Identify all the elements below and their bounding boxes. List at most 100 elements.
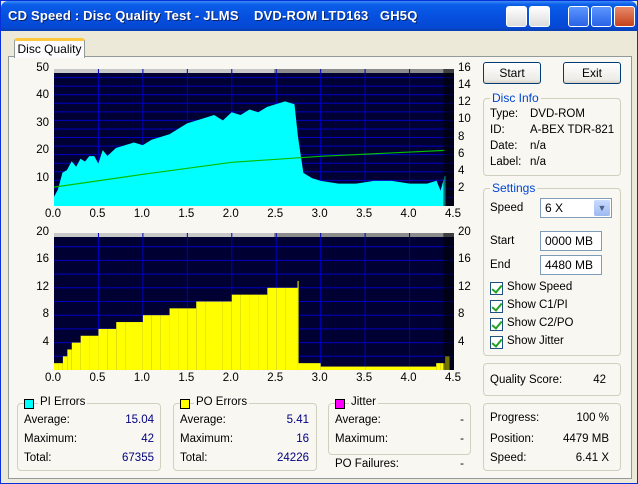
tab-disc-quality[interactable]: Disc Quality <box>14 38 85 58</box>
show-speed-checkbox[interactable] <box>490 282 503 295</box>
y-tick-label-left: 20 <box>36 144 49 157</box>
speed-readout-value: 6.41 X <box>575 452 609 464</box>
y-tick-label-right: 8 <box>458 130 465 143</box>
pi-legend-swatch <box>24 399 34 409</box>
y-tick-label-left: 4 <box>42 335 49 348</box>
end-input[interactable]: 4480 MB <box>540 255 602 275</box>
close-button[interactable] <box>614 6 635 27</box>
po-error-bar <box>187 308 197 370</box>
x-tick-label: 0.5 <box>89 208 106 220</box>
id-label: ID: <box>490 124 505 136</box>
po-error-bar <box>298 363 321 370</box>
y-tick-label-left: 16 <box>36 253 49 266</box>
po-error-bar <box>62 356 68 370</box>
x-tick-label: 2.0 <box>222 372 239 384</box>
y-tick-label-left: 20 <box>36 226 49 238</box>
id-value: A-BEX TDR-821 <box>530 124 615 136</box>
position-value: 4479 MB <box>562 433 609 445</box>
po-error-bar <box>160 315 170 370</box>
po-error-bar <box>107 328 117 370</box>
label-value: n/a <box>530 156 546 168</box>
exit-button[interactable]: Exit <box>563 62 621 84</box>
quality-score-value: 42 <box>593 374 606 386</box>
y-tick-label-right: 8 <box>458 308 465 321</box>
show-jitter-checkbox[interactable] <box>490 336 503 349</box>
date-label: Date: <box>490 140 518 152</box>
po-error-bar <box>98 328 108 370</box>
po-error-bar <box>67 349 72 370</box>
quality-score-label: Quality Score: <box>490 374 563 386</box>
y-tick-label-right: 16 <box>458 62 471 74</box>
show-c2po-checkbox[interactable] <box>490 318 503 331</box>
x-tick-label: 4.5 <box>445 208 461 220</box>
po-errors-title: PO Errors <box>194 396 250 408</box>
title-bar: CD Speed : Disc Quality Test - JLMS DVD-… <box>1 1 637 31</box>
chevron-down-icon[interactable]: ▼ <box>594 200 610 216</box>
x-tick-label: 2.5 <box>267 208 284 220</box>
show-c1pi-checkbox[interactable] <box>490 300 503 313</box>
po-error-bar <box>231 294 241 370</box>
y-tick-label-right: 10 <box>458 113 471 126</box>
jitter-avg-label: Average: <box>335 414 381 426</box>
x-tick-label: 1.0 <box>133 208 150 220</box>
y-tick-label-left: 40 <box>36 89 49 102</box>
po-error-bar <box>80 335 90 370</box>
pi-avg-label: Average: <box>24 414 70 426</box>
y-tick-label-right: 12 <box>458 96 471 109</box>
x-tick-label: 2.0 <box>222 208 239 220</box>
po-errors-chart-svg <box>54 233 454 370</box>
po-error-bar <box>89 335 99 370</box>
jitter-title: Jitter <box>349 396 378 408</box>
po-max-label: Maximum: <box>180 433 234 445</box>
x-tick-label: 3.0 <box>311 372 328 384</box>
po-error-bar <box>249 294 259 370</box>
start-input[interactable]: 0000 MB <box>540 231 602 251</box>
po-error-bar <box>151 315 161 370</box>
y-tick-label-right: 20 <box>458 226 471 238</box>
po-total-label: Total: <box>180 452 208 464</box>
po-error-bar <box>142 315 152 370</box>
date-value: n/a <box>530 140 546 152</box>
y-tick-label-right: 12 <box>458 280 471 293</box>
po-legend-swatch <box>180 399 190 409</box>
progress-label: Progress: <box>490 412 540 424</box>
y-tick-label-right: 4 <box>458 164 465 177</box>
y-tick-label-right: 2 <box>458 181 465 194</box>
po-error-bar <box>276 287 286 370</box>
y-tick-label-left: 30 <box>36 116 49 129</box>
po-error-bar <box>285 287 294 370</box>
copy-icon[interactable] <box>506 6 527 27</box>
type-value: DVD-ROM <box>530 108 585 120</box>
po-error-bar <box>365 366 410 370</box>
x-tick-label: 0.5 <box>89 372 106 384</box>
x-tick-label: 3.0 <box>311 208 328 220</box>
y-tick-label-left: 50 <box>36 62 49 74</box>
y-tick-label-left: 8 <box>42 308 49 321</box>
speed-label: Speed <box>490 202 524 214</box>
po-failures-label: PO Failures: <box>335 458 399 470</box>
po-error-bar <box>294 287 298 370</box>
save-icon[interactable] <box>529 6 550 27</box>
po-error-bar <box>125 322 134 370</box>
jitter-avg-value: - <box>460 414 464 426</box>
progress-value: 100 % <box>576 412 609 424</box>
jitter-max-label: Maximum: <box>335 433 389 445</box>
start-button[interactable]: Start <box>483 62 541 84</box>
pi-errors-area <box>53 101 446 207</box>
po-errors-chart <box>54 233 454 370</box>
x-tick-label: 0.0 <box>45 208 61 220</box>
po-avg-label: Average: <box>180 414 226 426</box>
maximize-button[interactable] <box>591 6 612 27</box>
jitter-max-value: - <box>460 433 464 445</box>
po-error-bar <box>134 322 143 370</box>
minimize-button[interactable] <box>568 6 589 27</box>
x-tick-label: 1.5 <box>178 372 195 384</box>
po-error-bar <box>54 363 59 370</box>
y-tick-label-right: 16 <box>458 253 471 266</box>
settings-title: Settings <box>490 181 538 195</box>
speed-select[interactable]: 6 X ▼ <box>540 198 612 218</box>
pi-total-value: 67355 <box>122 452 154 464</box>
x-tick-label: 1.5 <box>178 208 195 220</box>
type-label: Type: <box>490 108 519 120</box>
x-tick-label: 4.5 <box>445 372 461 384</box>
